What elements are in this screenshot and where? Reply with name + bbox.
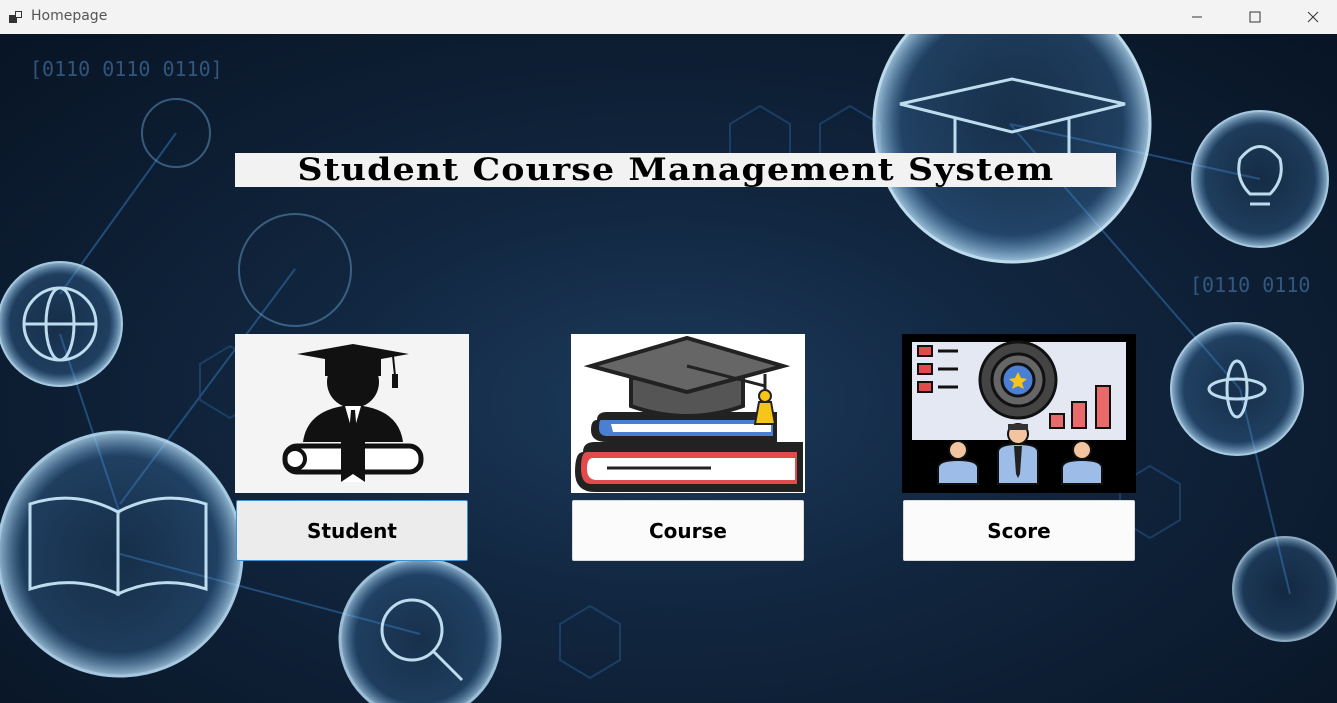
graduate-student-icon bbox=[235, 334, 469, 493]
page-title: Student Course Management System bbox=[235, 152, 1116, 188]
score-button[interactable]: Score bbox=[903, 500, 1135, 561]
page-title-text: Student Course Management System bbox=[297, 152, 1054, 188]
maximize-button[interactable] bbox=[1226, 0, 1284, 34]
course-button[interactable]: Course bbox=[572, 500, 804, 561]
binary-text: [0110 0110 bbox=[1190, 273, 1310, 297]
main-window: [0110 0110 0110] [0110 0110 Student Cour… bbox=[0, 34, 1337, 703]
minimize-icon bbox=[1192, 16, 1202, 18]
window-title: Homepage bbox=[31, 8, 108, 24]
student-button[interactable]: Student bbox=[236, 500, 468, 561]
minimize-button[interactable] bbox=[1168, 0, 1226, 34]
close-icon bbox=[1307, 11, 1319, 23]
title-bar: Homepage bbox=[0, 0, 1337, 34]
presentation-score-icon bbox=[902, 334, 1136, 493]
maximize-icon bbox=[1249, 11, 1261, 23]
app-icon bbox=[9, 11, 22, 23]
close-button[interactable] bbox=[1284, 0, 1337, 34]
books-graduation-cap-icon bbox=[571, 334, 805, 493]
binary-text: [0110 0110 0110] bbox=[30, 57, 223, 81]
